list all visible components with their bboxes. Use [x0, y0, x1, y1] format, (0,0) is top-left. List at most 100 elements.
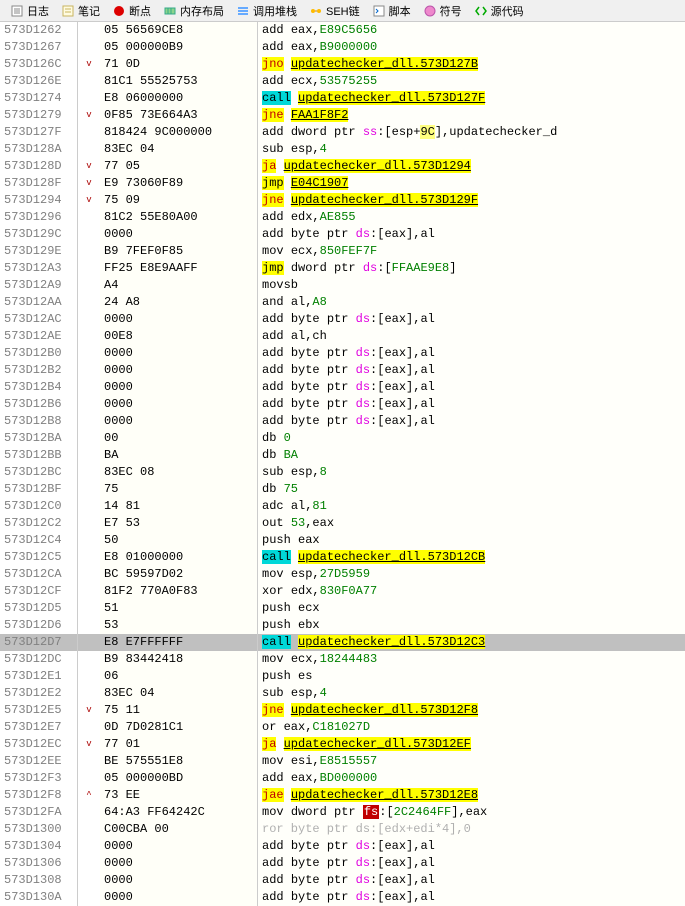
disasm-row[interactable]: 573D129EB9 7FEF0F85mov ecx,850FEF7F: [0, 243, 685, 260]
instruction-column: add eax,B9000000: [258, 39, 685, 56]
disasm-row[interactable]: 573D12FA64:A3 FF64242Cmov dword ptr fs:[…: [0, 804, 685, 821]
disasm-row[interactable]: 573D12E283EC 04sub esp,4: [0, 685, 685, 702]
disasm-row[interactable]: 573D12D7E8 E7FFFFFFcall updatechecker_dl…: [0, 634, 685, 651]
disasm-row[interactable]: 573D12BF75db 75: [0, 481, 685, 498]
disasm-row[interactable]: 573D12B80000add byte ptr ds:[eax],al: [0, 413, 685, 430]
disasm-row[interactable]: 573D12DCB9 83442418mov ecx,18244483: [0, 651, 685, 668]
disasm-row[interactable]: 573D126Cv71 0Djno updatechecker_dll.573D…: [0, 56, 685, 73]
mnemonic: add: [262, 74, 284, 88]
disasm-row[interactable]: 573D12BBBAdb BA: [0, 447, 685, 464]
jump-arrow-gutter: v: [78, 175, 100, 192]
disasm-row[interactable]: 573D12B00000add byte ptr ds:[eax],al: [0, 345, 685, 362]
disasm-row[interactable]: 573D13080000add byte ptr ds:[eax],al: [0, 872, 685, 889]
tab-note[interactable]: 笔记: [55, 3, 106, 19]
instruction-column: sub esp,4: [258, 685, 685, 702]
disasm-row[interactable]: 573D1294v75 09jne updatechecker_dll.573D…: [0, 192, 685, 209]
instruction-column: add dword ptr ss:[esp+9C],updatechecker_…: [258, 124, 685, 141]
tab-log[interactable]: 日志: [4, 3, 55, 19]
disasm-row[interactable]: 573D12B20000add byte ptr ds:[eax],al: [0, 362, 685, 379]
disasm-row[interactable]: 573D12A3FF25 E8E9AAFFjmp dword ptr ds:[F…: [0, 260, 685, 277]
disasm-row[interactable]: 573D12F8^73 EEjae updatechecker_dll.573D…: [0, 787, 685, 804]
instruction-column: sub esp,4: [258, 141, 685, 158]
instruction-column: ja updatechecker_dll.573D1294: [258, 158, 685, 175]
address-column: 573D1274: [0, 90, 78, 107]
tab-stack[interactable]: 调用堆栈: [230, 3, 303, 19]
mnemonic: mov: [262, 805, 284, 819]
disasm-row[interactable]: 573D12D551push ecx: [0, 600, 685, 617]
tab-script[interactable]: 脚本: [366, 3, 417, 19]
disasm-row[interactable]: 573D12E70D 7D0281C1or eax,C181027D: [0, 719, 685, 736]
address-column: 573D12F8: [0, 787, 78, 804]
disassembly-view[interactable]: 573D126205 56569CE8add eax,E89C5656573D1…: [0, 22, 685, 906]
bytes-column: A4: [100, 277, 258, 294]
disasm-row[interactable]: 573D13040000add byte ptr ds:[eax],al: [0, 838, 685, 855]
disasm-row[interactable]: 573D127F818424 9C000000add dword ptr ss:…: [0, 124, 685, 141]
disasm-row[interactable]: 573D126705 000000B9add eax,B9000000: [0, 39, 685, 56]
bytes-column: 81C1 55525753: [100, 73, 258, 90]
mnemonic: call: [262, 550, 291, 564]
disasm-row[interactable]: 573D12B40000add byte ptr ds:[eax],al: [0, 379, 685, 396]
bytes-column: 0000: [100, 855, 258, 872]
disasm-row[interactable]: 573D126205 56569CE8add eax,E89C5656: [0, 22, 685, 39]
mnemonic: add: [262, 227, 284, 241]
address-column: 573D12C2: [0, 515, 78, 532]
bytes-column: 0000: [100, 413, 258, 430]
address-column: 573D12A9: [0, 277, 78, 294]
jump-target: updatechecker_dll.573D127F: [298, 91, 485, 105]
jump-arrow-gutter: v: [78, 736, 100, 753]
bytes-column: BE 575551E8: [100, 753, 258, 770]
disasm-row[interactable]: 573D12F305 000000BDadd eax,BD000000: [0, 770, 685, 787]
disasm-row[interactable]: 573D12C014 81adc al,81: [0, 498, 685, 515]
disasm-row[interactable]: 573D126E81C1 55525753add ecx,53575255: [0, 73, 685, 90]
mnemonic: ja: [262, 159, 276, 173]
disasm-row[interactable]: 573D12BC83EC 08sub esp,8: [0, 464, 685, 481]
disasm-row[interactable]: 573D12CABC 59597D02mov esp,27D5959: [0, 566, 685, 583]
disasm-row[interactable]: 573D13060000add byte ptr ds:[eax],al: [0, 855, 685, 872]
bytes-column: 0000: [100, 379, 258, 396]
bytes-column: 0000: [100, 362, 258, 379]
disasm-row[interactable]: 573D12ECv77 01ja updatechecker_dll.573D1…: [0, 736, 685, 753]
disasm-row[interactable]: 573D12E106push es: [0, 668, 685, 685]
instruction-column: add byte ptr ds:[eax],al: [258, 889, 685, 906]
disasm-row[interactable]: 573D1279v0F85 73E664A3jne FAA1F8F2: [0, 107, 685, 124]
jump-target: updatechecker_dll.573D12EF: [284, 737, 471, 751]
address-column: 573D12A3: [0, 260, 78, 277]
disasm-row[interactable]: 573D129C0000add byte ptr ds:[eax],al: [0, 226, 685, 243]
mnemonic: movsb: [262, 278, 298, 292]
disasm-row[interactable]: 573D12EEBE 575551E8mov esi,E8515557: [0, 753, 685, 770]
disasm-row[interactable]: 573D128Dv77 05ja updatechecker_dll.573D1…: [0, 158, 685, 175]
disasm-row[interactable]: 573D1274E8 06000000call updatechecker_dl…: [0, 90, 685, 107]
tab-bp[interactable]: 断点: [106, 3, 157, 19]
disasm-row[interactable]: 573D12B60000add byte ptr ds:[eax],al: [0, 396, 685, 413]
disasm-row[interactable]: 573D12AE00E8add al,ch: [0, 328, 685, 345]
disasm-row[interactable]: 573D12C450push eax: [0, 532, 685, 549]
jump-target: updatechecker_dll.573D12CB: [298, 550, 485, 564]
bytes-column: C00CBA 00: [100, 821, 258, 838]
disasm-row[interactable]: 573D128FvE9 73060F89jmp E04C1907: [0, 175, 685, 192]
tab-seh[interactable]: SEH链: [303, 3, 366, 19]
address-column: 573D12E2: [0, 685, 78, 702]
disasm-row[interactable]: 573D12D653push ebx: [0, 617, 685, 634]
bytes-column: 00: [100, 430, 258, 447]
tab-sym[interactable]: 符号: [417, 3, 468, 19]
disasm-row[interactable]: 573D129681C2 55E80A00add edx,AE855: [0, 209, 685, 226]
disasm-row[interactable]: 573D128A83EC 04sub esp,4: [0, 141, 685, 158]
disasm-row[interactable]: 573D12C5E8 01000000call updatechecker_dl…: [0, 549, 685, 566]
address-column: 573D1296: [0, 209, 78, 226]
disasm-row[interactable]: 573D12CF81F2 770A0F83xor edx,830F0A77: [0, 583, 685, 600]
tab-src[interactable]: 源代码: [468, 3, 530, 19]
address-column: 573D126C: [0, 56, 78, 73]
disasm-row[interactable]: 573D12A9 A4 movsb: [0, 277, 685, 294]
disasm-row[interactable]: 573D12C2E7 53out 53,eax: [0, 515, 685, 532]
mnemonic: jne: [262, 703, 284, 717]
disasm-row[interactable]: 573D130A0000add byte ptr ds:[eax],al: [0, 889, 685, 906]
address-column: 573D12E7: [0, 719, 78, 736]
disasm-row[interactable]: 573D1300C00CBA 00ror byte ptr ds:[edx+ed…: [0, 821, 685, 838]
address-column: 573D12FA: [0, 804, 78, 821]
bytes-column: 0F85 73E664A3: [100, 107, 258, 124]
disasm-row[interactable]: 573D12E5v75 11jne updatechecker_dll.573D…: [0, 702, 685, 719]
tab-mem[interactable]: 内存布局: [157, 3, 230, 19]
disasm-row[interactable]: 573D12AC0000add byte ptr ds:[eax],al: [0, 311, 685, 328]
disasm-row[interactable]: 573D12BA00db 0: [0, 430, 685, 447]
disasm-row[interactable]: 573D12AA24 A8and al,A8: [0, 294, 685, 311]
